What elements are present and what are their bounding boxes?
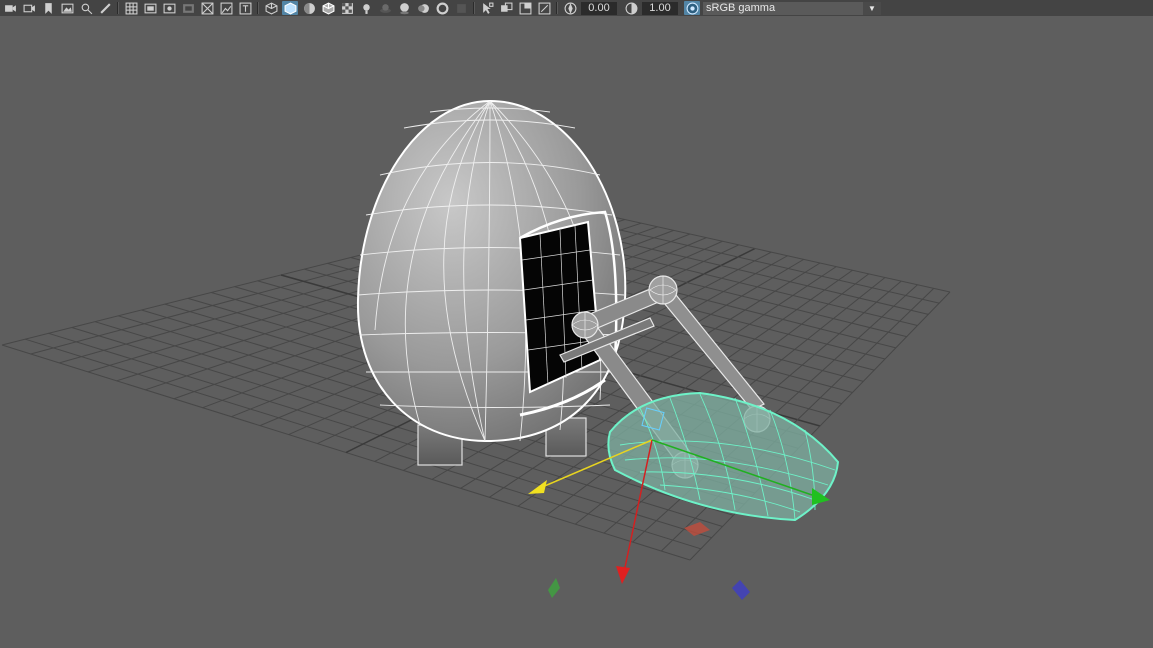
motion-blur-icon[interactable] (415, 1, 431, 15)
use-all-lights-icon[interactable] (358, 1, 374, 15)
view-transform-select[interactable]: sRGB gamma ▼ (703, 1, 881, 15)
manip-plane-xy-icon[interactable] (548, 578, 560, 598)
xray-joints-icon[interactable] (536, 1, 552, 15)
grease-pencil-icon[interactable] (97, 1, 113, 15)
depth-of-field-icon[interactable] (453, 1, 469, 15)
screen-space-ao-icon[interactable] (396, 1, 412, 15)
textured-icon[interactable] (339, 1, 355, 15)
chevron-down-icon[interactable]: ▼ (863, 1, 881, 15)
color-management-icon[interactable] (684, 1, 700, 15)
wireframe-on-shaded-icon[interactable] (320, 1, 336, 15)
shadows-icon[interactable] (377, 1, 393, 15)
toolbar-separator (556, 2, 558, 14)
xray-icon[interactable] (498, 1, 514, 15)
arm-strut-right (654, 284, 765, 411)
gamma-icon[interactable] (623, 1, 639, 15)
camera-attributes-icon[interactable] (21, 1, 37, 15)
select-camera-icon[interactable] (2, 1, 18, 15)
pod-door-opening (518, 220, 602, 394)
toolbar-separator (117, 2, 119, 14)
manip-plane-yz-icon[interactable] (732, 580, 750, 600)
safe-title-icon[interactable] (237, 1, 253, 15)
field-chart-icon[interactable] (199, 1, 215, 15)
hatch-door[interactable] (607, 391, 840, 522)
safe-action-icon[interactable] (218, 1, 234, 15)
gate-mask-icon[interactable] (180, 1, 196, 15)
smooth-shade-all-icon[interactable] (282, 1, 298, 15)
exposure-field[interactable]: 0.00 (581, 1, 617, 15)
toolbar-separator (473, 2, 475, 14)
perspective-viewport[interactable] (0, 16, 1153, 648)
exposure-icon[interactable] (562, 1, 578, 15)
two-d-pan-zoom-icon[interactable] (78, 1, 94, 15)
manip-plane-xz-icon[interactable] (684, 522, 710, 536)
gamma-field[interactable]: 1.00 (642, 1, 678, 15)
wireframe-icon[interactable] (263, 1, 279, 15)
grid-toggle-icon[interactable] (123, 1, 139, 15)
resolution-gate-icon[interactable] (161, 1, 177, 15)
image-plane-icon[interactable] (59, 1, 75, 15)
view-transform-label: sRGB gamma (706, 1, 776, 14)
film-gate-icon[interactable] (142, 1, 158, 15)
viewport-panel-toolbar: 0.00 1.00 sRGB gamma ▼ (0, 0, 1153, 16)
toolbar-separator (257, 2, 259, 14)
default-material-icon[interactable] (301, 1, 317, 15)
manip-arrow-x-icon[interactable] (616, 566, 630, 584)
isolate-select-icon[interactable] (479, 1, 495, 15)
bookmark-icon[interactable] (40, 1, 56, 15)
xray-active-components-icon[interactable] (517, 1, 533, 15)
anti-aliasing-icon[interactable] (434, 1, 450, 15)
